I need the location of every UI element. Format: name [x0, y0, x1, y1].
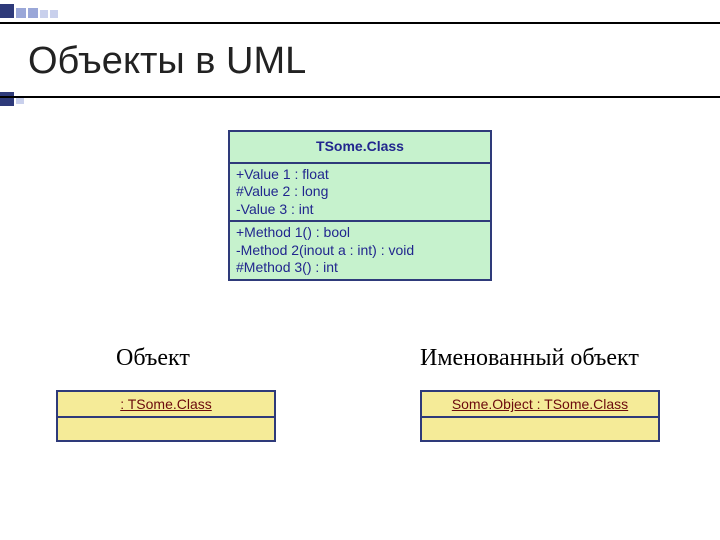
- object-named-label: Именованный объект: [420, 345, 639, 372]
- uml-attribute: #Value 2 : long: [236, 183, 484, 201]
- slide-decoration-top: [0, 0, 60, 22]
- uml-method: -Method 2(inout a : int) : void: [236, 242, 484, 260]
- uml-method: #Method 3() : int: [236, 259, 484, 277]
- slide-decoration-title: [0, 92, 24, 106]
- uml-object-header: Some.Object : TSome.Class: [422, 392, 658, 418]
- uml-object-anonymous: : TSome.Class: [56, 390, 276, 442]
- uml-object-header: : TSome.Class: [58, 392, 274, 418]
- top-rule: [0, 22, 720, 24]
- uml-class-methods: +Method 1() : bool -Method 2(inout a : i…: [230, 222, 490, 279]
- slide-title: Объекты в UML: [28, 40, 306, 83]
- uml-class-name: TSome.Class: [230, 132, 490, 164]
- uml-class-attributes: +Value 1 : float #Value 2 : long -Value …: [230, 164, 490, 223]
- uml-attribute: -Value 3 : int: [236, 201, 484, 219]
- title-rule: [0, 96, 720, 98]
- uml-class-box: TSome.Class +Value 1 : float #Value 2 : …: [228, 130, 492, 281]
- uml-attribute: +Value 1 : float: [236, 166, 484, 184]
- uml-method: +Method 1() : bool: [236, 224, 484, 242]
- uml-object-body: [422, 418, 658, 440]
- uml-object-named: Some.Object : TSome.Class: [420, 390, 660, 442]
- uml-object-body: [58, 418, 274, 440]
- object-anon-label: Объект: [116, 345, 190, 372]
